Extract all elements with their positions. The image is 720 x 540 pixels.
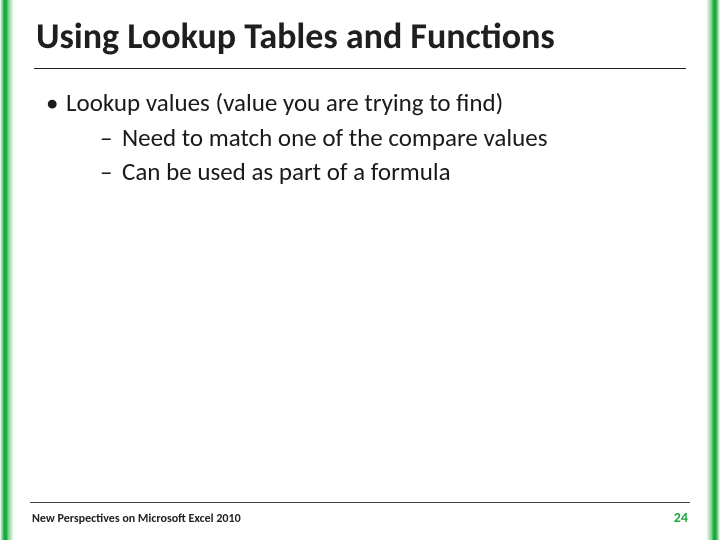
bullet-level2: – Can be used as part of a formula <box>44 156 688 189</box>
bullet-text: Need to match one of the compare values <box>122 122 547 155</box>
bullet-text: Lookup values (value you are trying to f… <box>66 87 503 120</box>
slide-footer: New Perspectives on Microsoft Excel 2010… <box>22 502 698 526</box>
footer-row: New Perspectives on Microsoft Excel 2010… <box>22 509 698 526</box>
right-border-decoration <box>706 0 720 540</box>
slide-title: Using Lookup Tables and Functions <box>32 14 688 68</box>
dash-icon: – <box>100 156 122 189</box>
bullet-level2: – Need to match one of the compare value… <box>44 122 688 155</box>
footer-rule <box>30 502 690 503</box>
dash-icon: – <box>100 122 122 155</box>
bullet-icon: • <box>44 87 66 120</box>
slide-content: Using Lookup Tables and Functions • Look… <box>22 0 698 540</box>
page-number: 24 <box>674 509 688 526</box>
bullet-level1: • Lookup values (value you are trying to… <box>44 87 688 120</box>
bullet-text: Can be used as part of a formula <box>122 156 451 189</box>
title-underline <box>34 68 686 69</box>
left-border-decoration <box>0 0 14 540</box>
bullet-list: • Lookup values (value you are trying to… <box>32 87 688 189</box>
footer-source: New Perspectives on Microsoft Excel 2010 <box>32 512 241 526</box>
